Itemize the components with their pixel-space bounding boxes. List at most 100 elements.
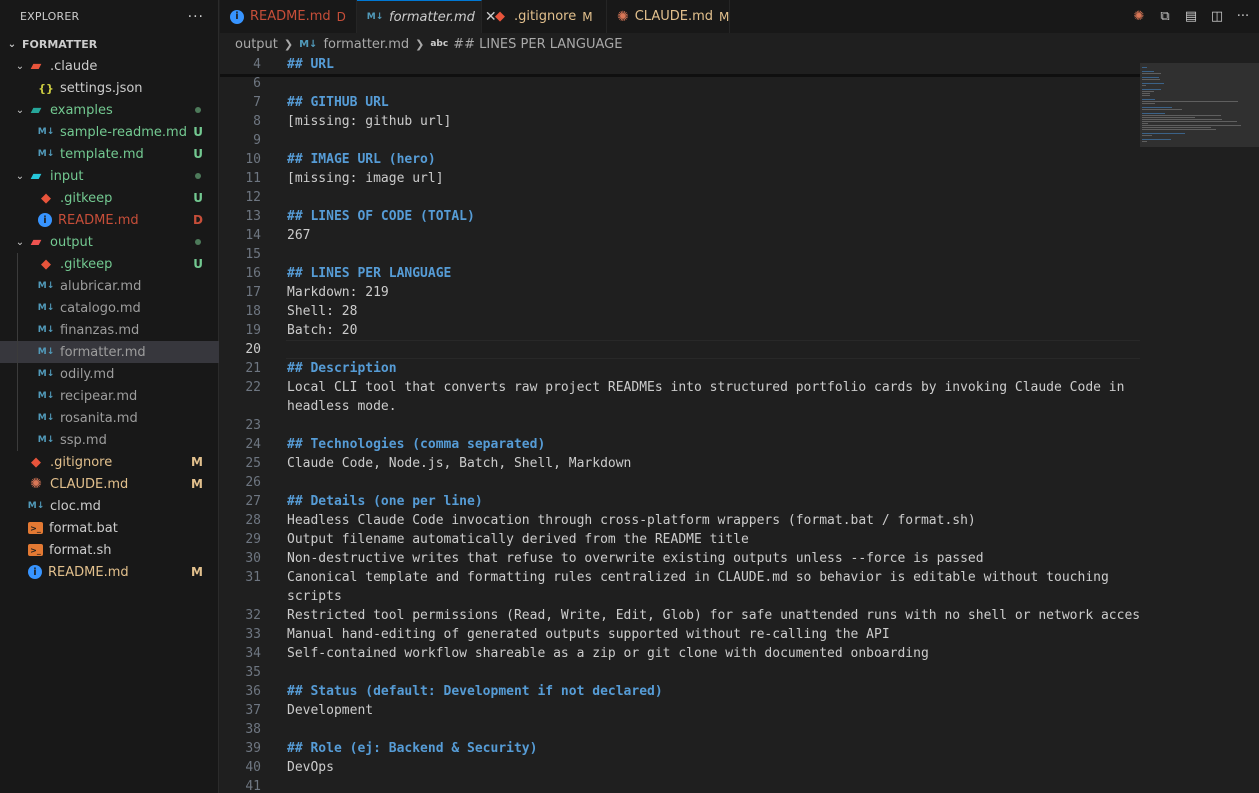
markdown-icon: M↓ bbox=[37, 149, 55, 159]
file-item[interactable]: i README.md M bbox=[0, 561, 219, 583]
line-number: 33 bbox=[245, 627, 261, 642]
explorer-more-actions-icon[interactable]: ··· bbox=[188, 9, 204, 25]
open-preview-icon[interactable]: ▤ bbox=[1183, 9, 1199, 25]
folder-item[interactable]: ⌄ ▰ output bbox=[0, 231, 219, 253]
code-line[interactable]: 40 DevOps bbox=[220, 758, 1140, 777]
file-item[interactable]: M↓ finanzas.md bbox=[0, 319, 219, 341]
split-editor-icon[interactable]: ◫ bbox=[1209, 9, 1225, 25]
tab-claude-md[interactable]: ✺ CLAUDE.md M bbox=[607, 0, 730, 33]
code-line[interactable]: 12 bbox=[220, 188, 1140, 207]
git-icon: ◆ bbox=[495, 9, 505, 24]
folder-item[interactable]: ⌄ ▰ examples bbox=[0, 99, 219, 121]
code-line[interactable]: 28 Headless Claude Code invocation throug… bbox=[220, 511, 1140, 530]
file-item[interactable]: >_ format.sh bbox=[0, 539, 219, 561]
file-item[interactable]: M↓ rosanita.md bbox=[0, 407, 219, 429]
breadcrumb-file[interactable]: formatter.md bbox=[323, 37, 409, 52]
more-actions-icon[interactable]: ··· bbox=[1235, 9, 1251, 25]
file-name: format.bat bbox=[49, 520, 118, 536]
chevron-down-icon: ⌄ bbox=[7, 38, 17, 50]
file-item[interactable]: M↓ template.md U bbox=[0, 143, 219, 165]
code-line[interactable]: 20 bbox=[220, 340, 1140, 359]
tab-readme-md[interactable]: i README.md D bbox=[220, 0, 357, 33]
code-line[interactable]: 15 bbox=[220, 245, 1140, 264]
code-line[interactable]: 36 ## Status (default: Development if not… bbox=[220, 682, 1140, 701]
line-number: 29 bbox=[245, 532, 261, 547]
explorer-sidebar: EXPLORER ··· ⌄ FORMATTER ⌄ ▰ .claude {} sett… bbox=[0, 0, 219, 793]
file-item[interactable]: ✺ CLAUDE.md M bbox=[0, 473, 219, 495]
folder-input-icon: ▰ bbox=[30, 168, 42, 184]
code-line[interactable]: 10 ## IMAGE URL (hero) bbox=[220, 150, 1140, 169]
code-line[interactable]: 22 Local CLI tool that converts raw proje… bbox=[220, 378, 1140, 397]
file-item[interactable]: M↓ recipear.md bbox=[0, 385, 219, 407]
file-item[interactable]: M↓ odily.md bbox=[0, 363, 219, 385]
code-line[interactable]: 39 ## Role (ej: Backend & Security) bbox=[220, 739, 1140, 758]
root-folder-formatter[interactable]: ⌄ FORMATTER bbox=[0, 33, 219, 55]
code-line[interactable]: scripts bbox=[220, 587, 1140, 606]
terminal-icon: >_ bbox=[28, 544, 43, 556]
code-line[interactable]: 11 [missing: image url] bbox=[220, 169, 1140, 188]
code-line[interactable]: 9 bbox=[220, 131, 1140, 150]
git-change-dot bbox=[195, 173, 201, 179]
compare-changes-icon[interactable]: ⧉ bbox=[1157, 9, 1173, 25]
code-line[interactable]: 35 bbox=[220, 663, 1140, 682]
code-line[interactable]: 24 ## Technologies (comma separated) bbox=[220, 435, 1140, 454]
code-line[interactable]: 38 bbox=[220, 720, 1140, 739]
code-line[interactable]: 29 Output filename automatically derived … bbox=[220, 530, 1140, 549]
folder-item[interactable]: ⌄ ▰ .claude bbox=[0, 55, 219, 77]
line-number: 41 bbox=[245, 779, 261, 793]
code-line[interactable]: 21 ## Description bbox=[220, 359, 1140, 378]
code-line[interactable]: 30 Non-destructive writes that refuse to … bbox=[220, 549, 1140, 568]
code-line[interactable]: 37 Development bbox=[220, 701, 1140, 720]
code-line[interactable]: 31 Canonical template and formatting rule… bbox=[220, 568, 1140, 587]
code-line[interactable]: 8 [missing: github url] bbox=[220, 112, 1140, 131]
minimap-line bbox=[1142, 141, 1148, 142]
file-item[interactable]: M↓ catalogo.md bbox=[0, 297, 219, 319]
code-line[interactable]: 25 Claude Code, Node.js, Batch, Shell, Ma… bbox=[220, 454, 1140, 473]
breadcrumb-folder[interactable]: output bbox=[235, 37, 278, 52]
line-number: 32 bbox=[245, 608, 261, 623]
code-editor[interactable]: 4 ## URL 6 7 ## GITHUB URL 8 [missing: github … bbox=[220, 55, 1140, 793]
code-line[interactable]: 14 267 bbox=[220, 226, 1140, 245]
code-line[interactable]: 34 Self-contained workflow shareable as a… bbox=[220, 644, 1140, 663]
file-item[interactable]: {} settings.json bbox=[0, 77, 219, 99]
minimap[interactable] bbox=[1140, 55, 1259, 793]
file-item[interactable]: ◆ .gitignore M bbox=[0, 451, 219, 473]
markdown-heading: ## URL bbox=[287, 57, 334, 72]
chevron-right-icon: ❯ bbox=[415, 37, 425, 51]
file-item[interactable]: >_ format.bat bbox=[0, 517, 219, 539]
code-line[interactable]: headless mode. bbox=[220, 397, 1140, 416]
tab--gitignore[interactable]: ◆ .gitignore M bbox=[482, 0, 607, 33]
git-status-badge: U bbox=[193, 257, 203, 271]
code-line[interactable]: 16 ## LINES PER LANGUAGE bbox=[220, 264, 1140, 283]
tab-formatter-md[interactable]: M↓ formatter.md ✕ bbox=[357, 0, 497, 33]
code-line[interactable]: 7 ## GITHUB URL bbox=[220, 93, 1140, 112]
breadcrumb-symbol[interactable]: ## LINES PER LANGUAGE bbox=[453, 37, 622, 52]
code-line[interactable]: 23 bbox=[220, 416, 1140, 435]
code-line[interactable]: 4 ## URL bbox=[220, 55, 1140, 74]
code-line[interactable]: 27 ## Details (one per line) bbox=[220, 492, 1140, 511]
code-line[interactable]: 17 Markdown: 219 bbox=[220, 283, 1140, 302]
claude-code-icon[interactable]: ✺ bbox=[1131, 9, 1147, 25]
code-text: Non-destructive writes that refuse to ov… bbox=[287, 551, 984, 566]
code-line[interactable]: 13 ## LINES OF CODE (TOTAL) bbox=[220, 207, 1140, 226]
explorer-title: EXPLORER bbox=[20, 10, 80, 23]
code-line[interactable]: 33 Manual hand-editing of generated outpu… bbox=[220, 625, 1140, 644]
file-item[interactable]: i README.md D bbox=[0, 209, 219, 231]
code-line[interactable]: 41 bbox=[220, 777, 1140, 793]
file-item[interactable]: M↓ sample-readme.md U bbox=[0, 121, 219, 143]
line-number: 14 bbox=[245, 228, 261, 243]
code-line[interactable]: 32 Restricted tool permissions (Read, Wri… bbox=[220, 606, 1140, 625]
file-item[interactable]: ◆ .gitkeep U bbox=[0, 187, 219, 209]
file-item[interactable]: M↓ alubricar.md bbox=[0, 275, 219, 297]
code-line[interactable]: 19 Batch: 20 bbox=[220, 321, 1140, 340]
code-line[interactable]: 26 bbox=[220, 473, 1140, 492]
git-icon: ◆ bbox=[41, 256, 51, 272]
file-item[interactable]: ◆ .gitkeep U bbox=[0, 253, 219, 275]
folder-item[interactable]: ⌄ ▰ input bbox=[0, 165, 219, 187]
code-line[interactable]: 18 Shell: 28 bbox=[220, 302, 1140, 321]
git-status-badge: M bbox=[191, 565, 203, 579]
file-item[interactable]: M↓ ssp.md bbox=[0, 429, 219, 451]
file-item[interactable]: M↓ cloc.md bbox=[0, 495, 219, 517]
minimap-slider[interactable] bbox=[1140, 63, 1259, 147]
file-item[interactable]: M↓ formatter.md bbox=[0, 341, 219, 363]
